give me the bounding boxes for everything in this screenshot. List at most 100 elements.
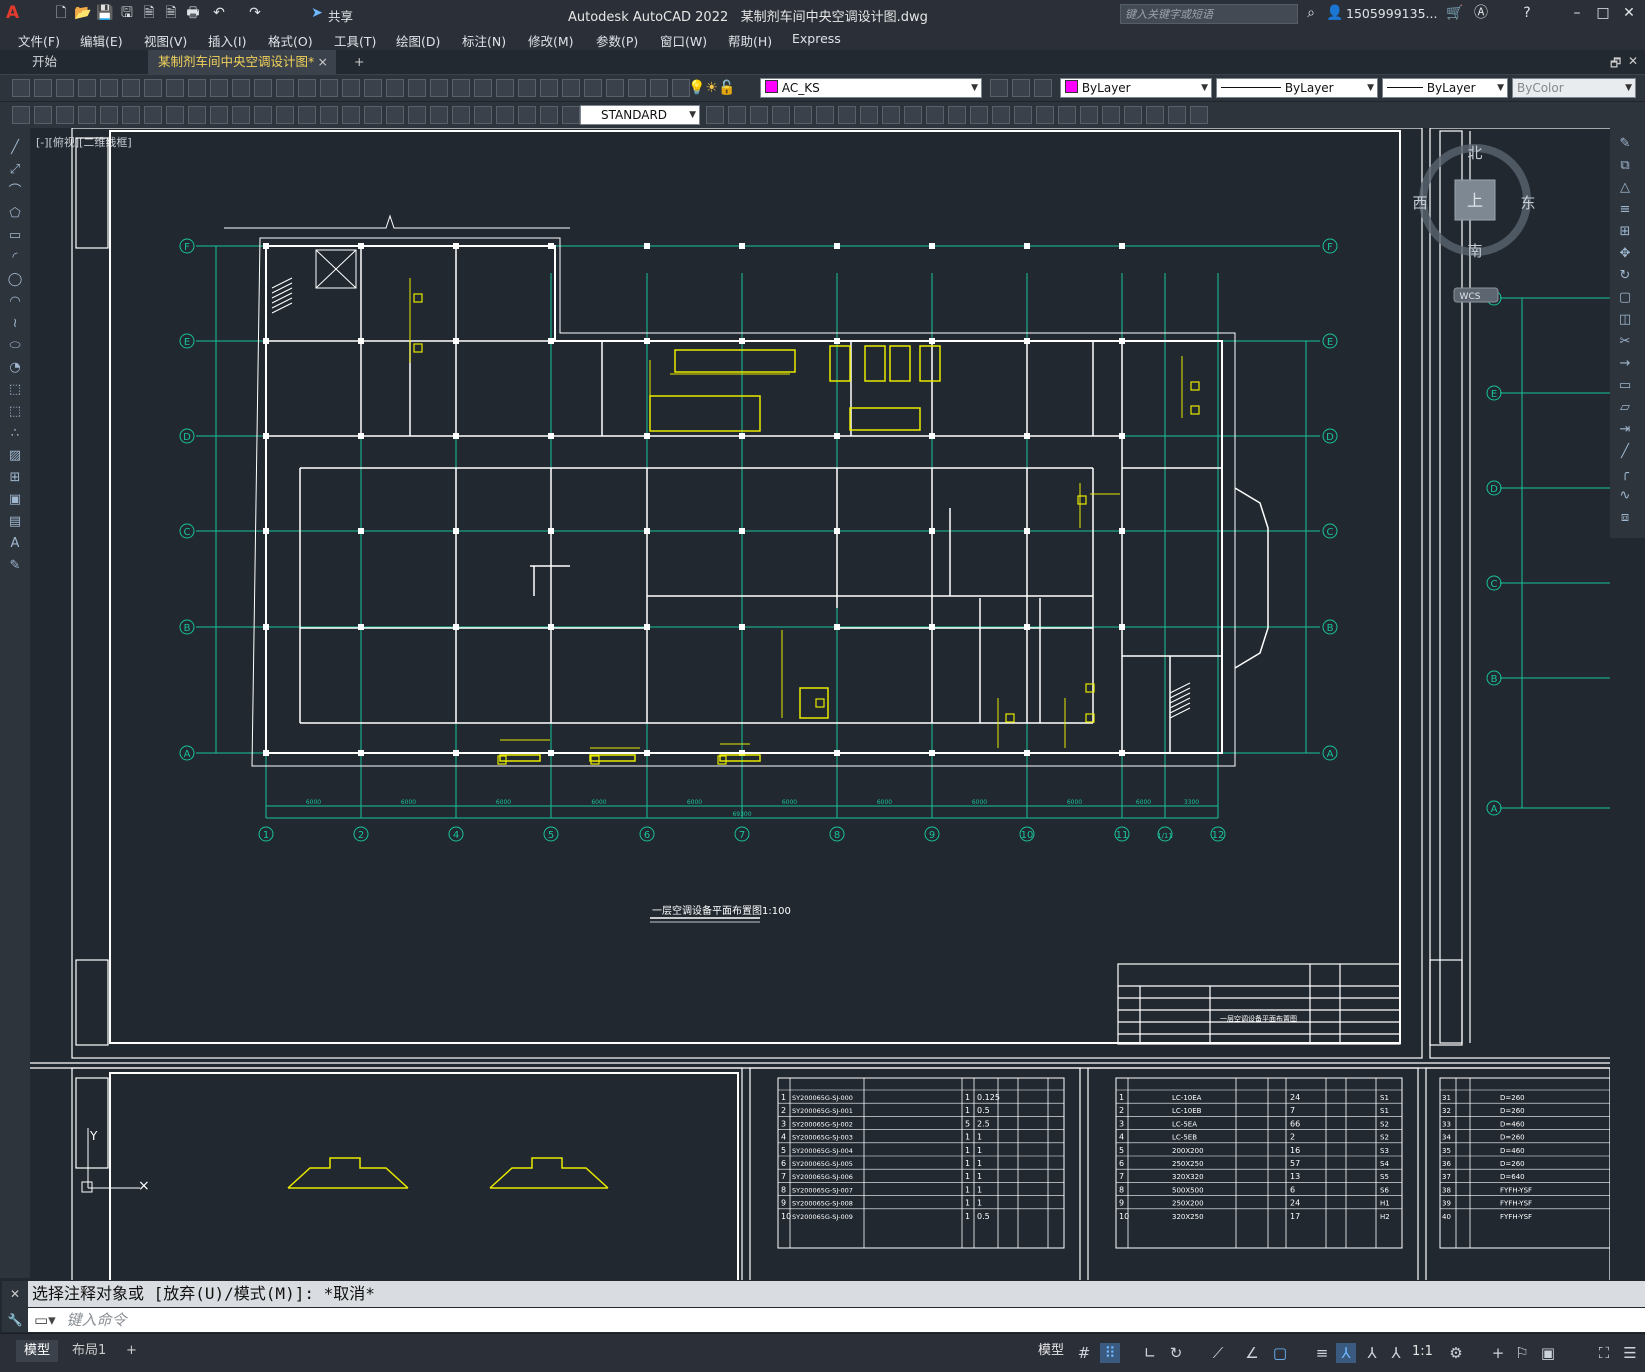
- toolbar-button-icon[interactable]: [474, 79, 492, 97]
- modify-tool-icon[interactable]: ▢: [1616, 290, 1634, 306]
- toolbar-button-icon[interactable]: [430, 106, 448, 124]
- toolbar-button-icon[interactable]: [1146, 106, 1164, 124]
- draw-tool-icon[interactable]: ≀: [6, 316, 24, 332]
- toolbar-button-icon[interactable]: [992, 106, 1010, 124]
- toolbar-button-icon[interactable]: [320, 79, 338, 97]
- toolbar-button-icon[interactable]: [122, 79, 140, 97]
- grid-icon[interactable]: #: [1074, 1343, 1094, 1363]
- hardware-accel-icon[interactable]: ▣: [1538, 1343, 1558, 1363]
- tab-close-icon[interactable]: ×: [318, 50, 328, 74]
- toolbar-button-icon[interactable]: [408, 79, 426, 97]
- toolbar-button-icon[interactable]: [1102, 106, 1120, 124]
- toolbar-button-icon[interactable]: [474, 106, 492, 124]
- user-icon[interactable]: 👤: [1326, 4, 1344, 22]
- menu-item-2[interactable]: 视图(V): [144, 31, 187, 50]
- toolbar-button-icon[interactable]: [430, 79, 448, 97]
- toolbar-button-icon[interactable]: [1168, 106, 1186, 124]
- add-layout-icon[interactable]: +: [118, 1340, 145, 1362]
- viewcube-north[interactable]: 北: [1467, 144, 1482, 162]
- toolbar-button-icon[interactable]: [78, 106, 96, 124]
- toolbar-button-icon[interactable]: [188, 106, 206, 124]
- toolbar-button-icon[interactable]: [496, 106, 514, 124]
- polar-icon[interactable]: ↻: [1166, 1343, 1186, 1363]
- toolbar-button-icon[interactable]: [254, 79, 272, 97]
- cart-icon[interactable]: 🛒: [1446, 4, 1464, 22]
- toolbar-button-icon[interactable]: [948, 106, 966, 124]
- toolbar-button-icon[interactable]: [12, 106, 30, 124]
- toolbar-button-icon[interactable]: [56, 79, 74, 97]
- add-tab-icon[interactable]: +: [344, 50, 374, 74]
- modify-tool-icon[interactable]: ▱: [1616, 400, 1634, 416]
- toolbar-button-icon[interactable]: [364, 79, 382, 97]
- draw-tool-icon[interactable]: ⬭: [6, 338, 24, 354]
- modify-tool-icon[interactable]: ⧈: [1616, 510, 1634, 526]
- draw-tool-icon[interactable]: ✎: [6, 558, 24, 574]
- clean-screen-icon[interactable]: ⛶: [1594, 1343, 1614, 1363]
- save-as-icon[interactable]: 🖫: [118, 4, 136, 22]
- annotate-plus-icon[interactable]: +: [1488, 1343, 1508, 1363]
- toolbar-button-icon[interactable]: [990, 79, 1008, 97]
- toolbar-button-icon[interactable]: [210, 79, 228, 97]
- model-layout-tab[interactable]: 模型: [16, 1340, 59, 1362]
- viewcube-top[interactable]: 上: [1467, 191, 1483, 210]
- toolbar-button-icon[interactable]: [706, 106, 724, 124]
- new-file-icon[interactable]: 🗋: [52, 4, 70, 22]
- modify-tool-icon[interactable]: ≡: [1616, 202, 1634, 218]
- modify-tool-icon[interactable]: ╭: [1616, 466, 1634, 482]
- modify-tool-icon[interactable]: ⧉: [1616, 158, 1634, 174]
- toolbar-button-icon[interactable]: [1190, 106, 1208, 124]
- open-web-icon[interactable]: 🗎: [140, 4, 158, 22]
- maximize-icon[interactable]: □: [1594, 4, 1612, 22]
- isodraft-icon[interactable]: ⟋: [1208, 1343, 1228, 1363]
- toolbar-button-icon[interactable]: [342, 79, 360, 97]
- menu-item-7[interactable]: 标注(N): [462, 31, 506, 50]
- toolbar-button-icon[interactable]: [1012, 79, 1030, 97]
- modify-tool-icon[interactable]: →: [1616, 356, 1634, 372]
- toolbar-button-icon[interactable]: [254, 106, 272, 124]
- menu-item-6[interactable]: 绘图(D): [396, 31, 440, 50]
- close-drawing-icon[interactable]: ✕: [1628, 54, 1638, 68]
- layer-status-icons[interactable]: 💡☀🔓: [688, 80, 735, 96]
- modify-tool-icon[interactable]: ▭: [1616, 378, 1634, 394]
- menu-item-1[interactable]: 编辑(E): [80, 31, 123, 50]
- toolbar-button-icon[interactable]: [562, 106, 580, 124]
- toolbar-button-icon[interactable]: [1080, 106, 1098, 124]
- modify-tool-icon[interactable]: ∿: [1616, 488, 1634, 504]
- lineweight-icon[interactable]: ≡: [1312, 1343, 1332, 1363]
- toolbar-button-icon[interactable]: [1036, 106, 1054, 124]
- draw-tool-icon[interactable]: A: [6, 536, 24, 552]
- toolbar-button-icon[interactable]: [34, 79, 52, 97]
- tab-drawing[interactable]: 某制剂车间中央空调设计图* ×: [148, 50, 336, 74]
- toolbar-button-icon[interactable]: [650, 79, 668, 97]
- draw-tool-icon[interactable]: ▭: [6, 228, 24, 244]
- auto-scale-icon[interactable]: ⅄: [1386, 1343, 1406, 1363]
- snap-icon[interactable]: ⠿: [1100, 1343, 1120, 1363]
- toolbar-button-icon[interactable]: [386, 79, 404, 97]
- draw-tool-icon[interactable]: ⤢: [6, 162, 24, 178]
- toolbar-button-icon[interactable]: [882, 106, 900, 124]
- draw-tool-icon[interactable]: ▣: [6, 492, 24, 508]
- toolbar-button-icon[interactable]: [298, 106, 316, 124]
- redo-icon[interactable]: ↷: [246, 4, 264, 22]
- linetype-dropdown[interactable]: ByLayer ▼: [1216, 78, 1378, 98]
- layer-dropdown[interactable]: AC_KS ▼: [760, 78, 982, 98]
- workspace-gear-icon[interactable]: ⚙: [1446, 1343, 1466, 1363]
- plotstyle-dropdown[interactable]: ByColor ▼: [1512, 78, 1636, 98]
- search-input[interactable]: 键入关键字或短语: [1120, 4, 1298, 24]
- command-input[interactable]: 键入命令: [66, 1311, 126, 1329]
- toolbar-button-icon[interactable]: [606, 79, 624, 97]
- toolbar-button-icon[interactable]: [122, 106, 140, 124]
- toolbar-button-icon[interactable]: [584, 79, 602, 97]
- save-web-icon[interactable]: 🗎: [162, 4, 180, 22]
- restore-icon[interactable]: 🗗: [1610, 54, 1621, 75]
- tab-start[interactable]: 开始: [22, 50, 67, 74]
- modify-tool-icon[interactable]: ↻: [1616, 268, 1634, 284]
- toolbar-button-icon[interactable]: [1058, 106, 1076, 124]
- user-name[interactable]: 1505999135...: [1346, 6, 1437, 21]
- search-icon[interactable]: ⌕: [1302, 4, 1320, 22]
- toolbar-button-icon[interactable]: [772, 106, 790, 124]
- toolbar-button-icon[interactable]: [750, 106, 768, 124]
- toolbar-button-icon[interactable]: [232, 79, 250, 97]
- close-icon[interactable]: ✕: [1620, 4, 1638, 22]
- toolbar-button-icon[interactable]: [672, 79, 690, 97]
